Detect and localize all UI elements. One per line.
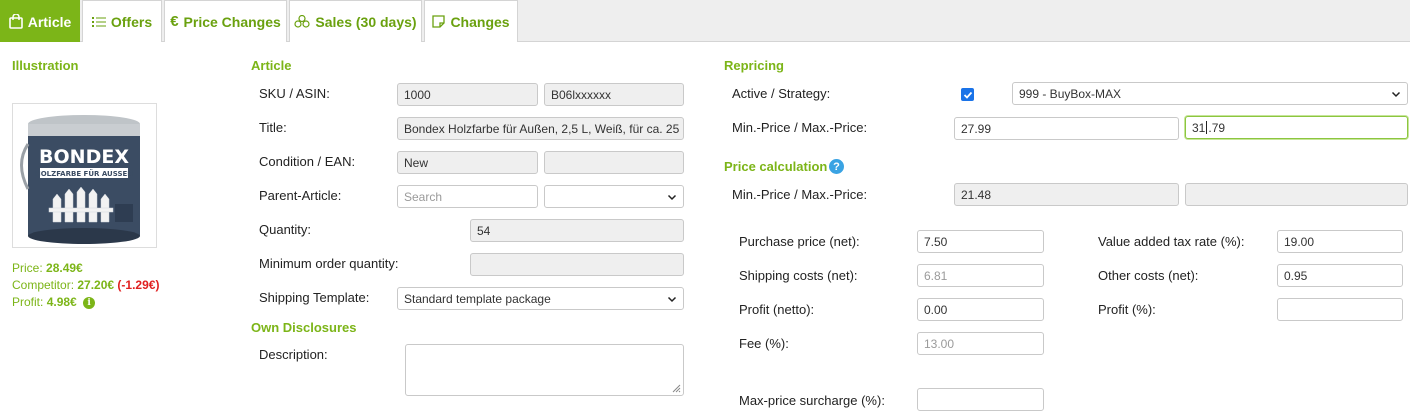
quantity-field[interactable]: 54 xyxy=(470,219,684,242)
strategy-select[interactable]: 999 - BuyBox-MAX xyxy=(1012,82,1408,105)
asin-field[interactable]: B06lxxxxxx xyxy=(544,83,684,106)
other-costs-input[interactable]: 0.95 xyxy=(1277,264,1403,287)
title-label: Title: xyxy=(259,120,287,135)
price-calculation-heading: Price calculation xyxy=(724,159,828,174)
repricing-heading: Repricing xyxy=(724,58,784,73)
profit-stat-label: Profit: xyxy=(12,295,44,309)
price-stat: Price: 28.49€ xyxy=(12,261,83,275)
tab-price-changes-label: Price Changes xyxy=(183,13,281,30)
product-subtitle-text: HOLZFARBE FÜR AUSSEN xyxy=(35,169,133,178)
condition-label: Condition / EAN: xyxy=(259,154,356,169)
note-icon xyxy=(432,15,446,28)
info-icon[interactable]: i xyxy=(83,296,96,309)
list-icon xyxy=(91,16,106,27)
parent-article-search-input[interactable]: Search xyxy=(397,185,538,208)
surcharge-input[interactable] xyxy=(917,388,1044,411)
active-strategy-label: Active / Strategy: xyxy=(732,86,831,101)
shipping-costs-input[interactable]: 6.81 xyxy=(917,264,1044,287)
profit-stat: Profit: 4.98€ i xyxy=(12,295,96,309)
bag-icon xyxy=(8,14,23,29)
vat-rate-input[interactable]: 19.00 xyxy=(1277,230,1403,253)
competitor-stat-value: 27.20€ xyxy=(77,278,115,292)
max-price-text-after: .79 xyxy=(1208,120,1226,135)
tab-sales-label: Sales (30 days) xyxy=(315,13,417,30)
illustration-heading: Illustration xyxy=(12,58,79,73)
fee-label: Fee (%): xyxy=(739,336,789,351)
chevron-down-icon xyxy=(667,296,677,302)
article-heading: Article xyxy=(251,58,292,73)
product-brand-text: BONDEX xyxy=(39,146,129,168)
tab-changes[interactable]: Changes xyxy=(424,0,518,42)
other-costs-label: Other costs (net): xyxy=(1098,268,1199,283)
tab-article-label: Article xyxy=(27,13,72,30)
competitor-stat: Competitor: 27.20€ (-1.29€) xyxy=(12,278,159,292)
repricing-minmax-label: Min.-Price / Max.-Price: xyxy=(732,120,868,135)
profit-stat-value: 4.98€ xyxy=(46,295,77,309)
surcharge-label: Max-price surcharge (%): xyxy=(739,393,885,408)
active-checkbox[interactable] xyxy=(961,88,974,101)
shipping-template-select[interactable]: Standard template package xyxy=(397,287,684,310)
competitor-delta: (-1.29€) xyxy=(117,278,160,292)
tab-offers[interactable]: Offers xyxy=(82,0,162,42)
repricing-min-price-input[interactable]: 27.99 xyxy=(954,117,1179,140)
min-order-label: Minimum order quantity: xyxy=(259,256,399,271)
calc-minmax-label: Min.-Price / Max.-Price: xyxy=(732,187,868,202)
help-icon[interactable]: ? xyxy=(829,159,844,174)
title-field[interactable]: Bondex Holzfarbe für Außen, 2,5 L, Weiß,… xyxy=(397,117,684,140)
quantity-label: Quantity: xyxy=(259,222,312,237)
tab-changes-label: Changes xyxy=(450,13,510,30)
strategy-value: 999 - BuyBox-MAX xyxy=(1019,86,1122,101)
ean-field[interactable] xyxy=(544,151,684,174)
fee-input[interactable]: 13.00 xyxy=(917,332,1044,355)
parent-article-label: Parent-Article: xyxy=(259,188,342,203)
check-icon xyxy=(963,91,972,99)
purchase-price-input[interactable]: 7.50 xyxy=(917,230,1044,253)
tab-sales[interactable]: Sales (30 days) xyxy=(289,0,422,42)
description-label: Description: xyxy=(259,347,328,362)
calc-min-price-field[interactable]: 21.48 xyxy=(954,183,1179,206)
coins-icon xyxy=(294,15,311,28)
tab-offers-label: Offers xyxy=(110,13,153,30)
shipping-costs-label: Shipping costs (net): xyxy=(739,268,858,283)
price-stat-label: Price: xyxy=(12,261,43,275)
purchase-price-label: Purchase price (net): xyxy=(739,234,860,249)
calc-max-price-field[interactable] xyxy=(1185,183,1408,206)
shipping-template-label: Shipping Template: xyxy=(259,290,370,305)
shipping-template-value: Standard template package xyxy=(404,291,551,306)
tab-bar: Article Offers € Price Changes Sales (30… xyxy=(0,0,1410,42)
text-cursor xyxy=(1206,121,1208,134)
profit-net-input[interactable]: 0.00 xyxy=(917,298,1044,321)
repricing-max-price-input[interactable]: 31.79 xyxy=(1185,116,1408,139)
sku-label: SKU / ASIN: xyxy=(259,86,330,101)
own-disclosures-heading: Own Disclosures xyxy=(251,320,357,335)
parent-article-select[interactable] xyxy=(544,185,684,208)
vat-rate-label: Value added tax rate (%): xyxy=(1098,234,1245,249)
description-textarea[interactable] xyxy=(405,344,684,396)
tab-price-changes[interactable]: € Price Changes xyxy=(164,0,287,42)
tab-article[interactable]: Article xyxy=(0,0,80,42)
price-stat-value: 28.49€ xyxy=(46,261,83,275)
chevron-down-icon xyxy=(667,194,677,200)
product-image[interactable]: BONDEX HOLZFARBE FÜR AUSSEN xyxy=(12,103,157,248)
competitor-stat-label: Competitor: xyxy=(12,278,75,292)
min-order-field[interactable] xyxy=(470,253,684,276)
euro-icon: € xyxy=(170,13,179,30)
chevron-down-icon xyxy=(1391,91,1401,97)
profit-percent-input[interactable] xyxy=(1277,298,1403,321)
condition-field[interactable]: New xyxy=(397,151,538,174)
profit-net-label: Profit (netto): xyxy=(739,302,815,317)
profit-percent-label: Profit (%): xyxy=(1098,302,1156,317)
max-price-text-before: 31 xyxy=(1192,120,1206,135)
sku-field[interactable]: 1000 xyxy=(397,83,538,106)
resize-grip-icon[interactable] xyxy=(671,383,681,393)
